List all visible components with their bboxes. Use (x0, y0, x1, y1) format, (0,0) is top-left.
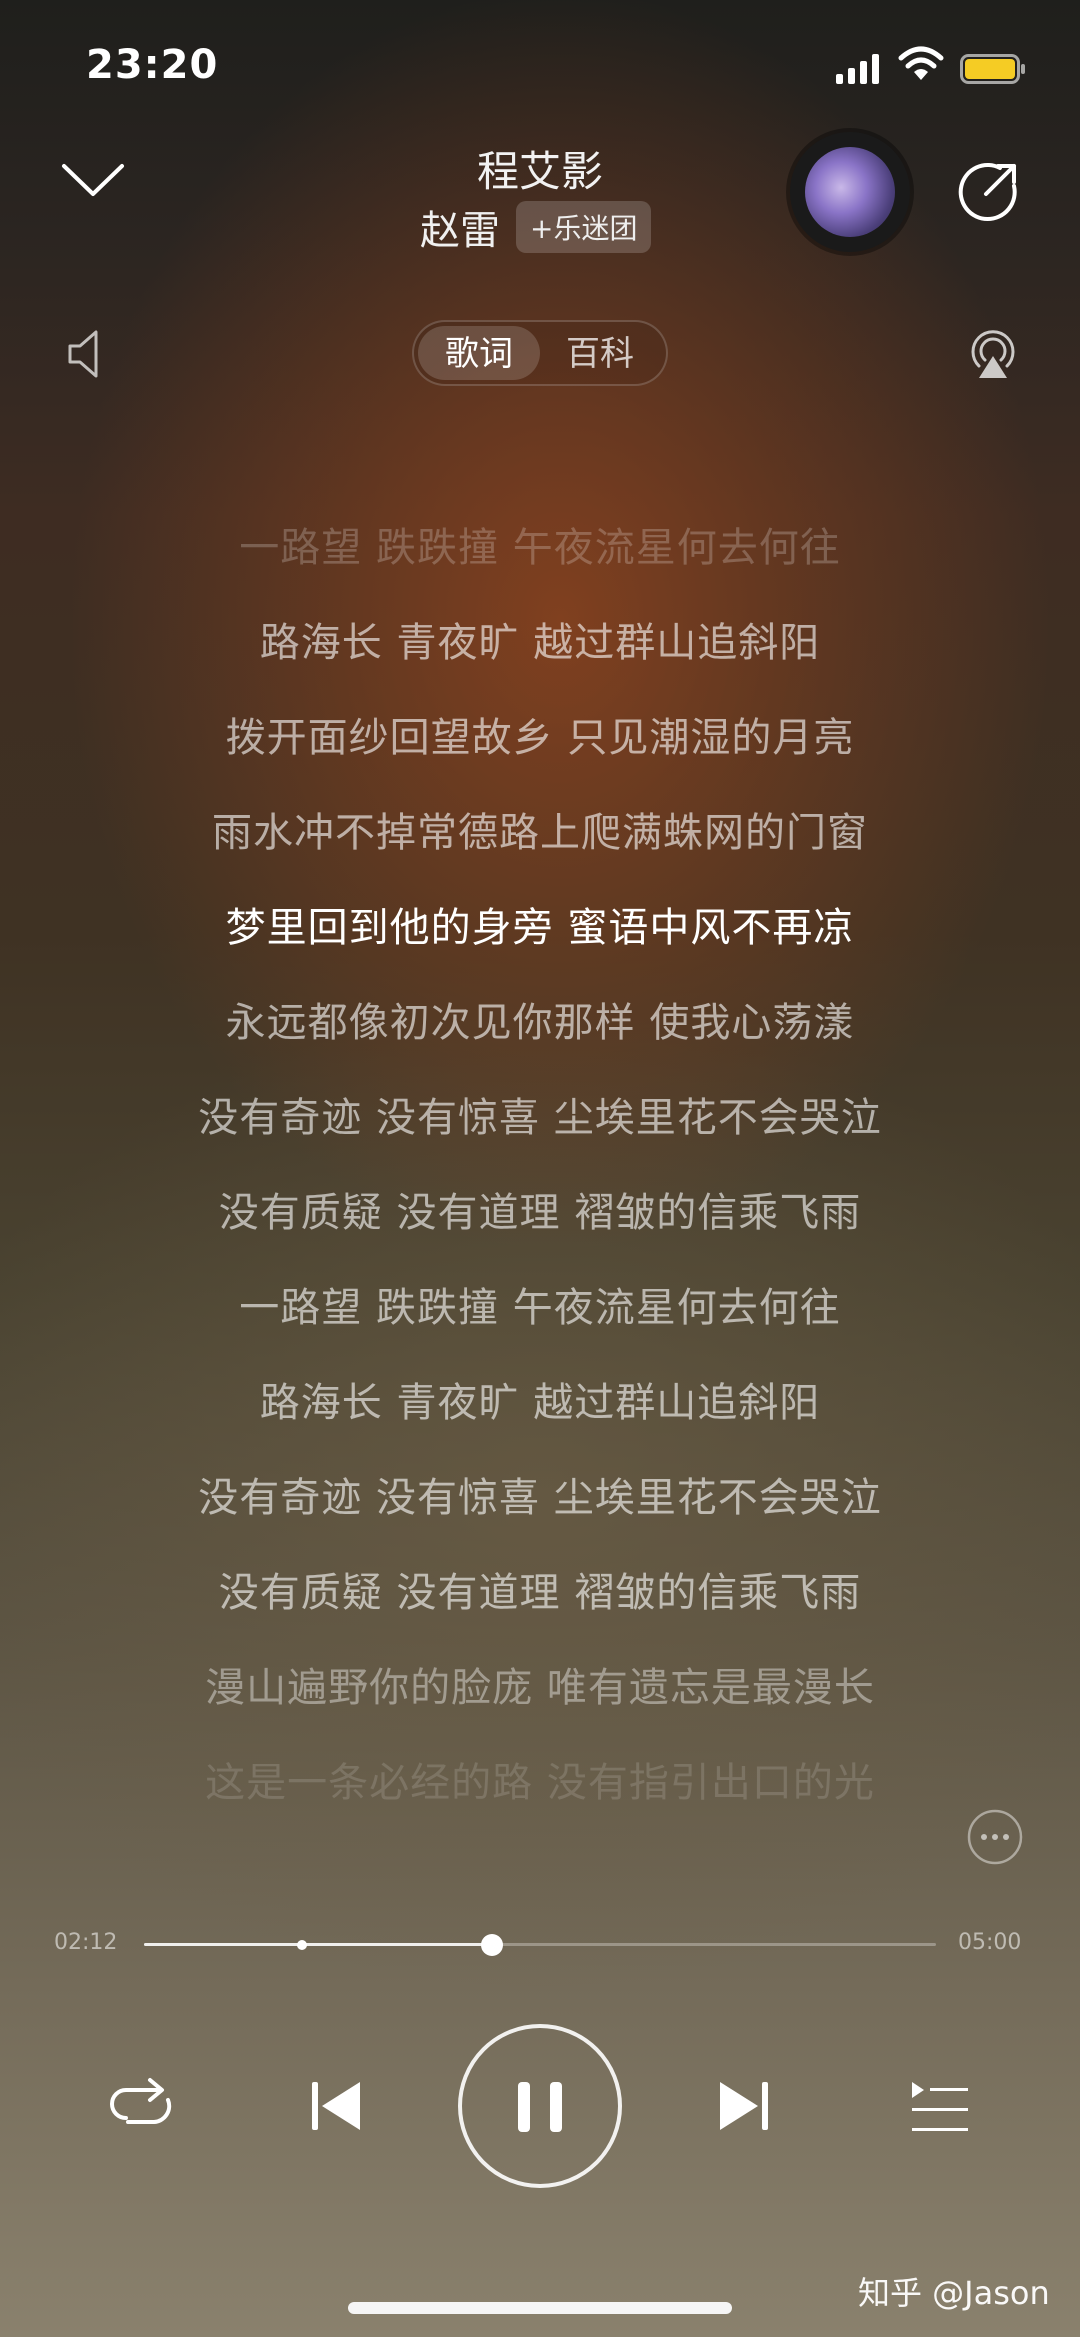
watermark: 知乎 @Jason (858, 2274, 1050, 2312)
progress-fill (144, 1943, 493, 1946)
volume-icon[interactable] (66, 328, 106, 380)
artist-name[interactable]: 赵雷 (420, 198, 500, 256)
signal-icon (836, 50, 880, 84)
previous-track-icon[interactable] (308, 2078, 364, 2134)
lyric-line[interactable]: 永远都像初次见你那样 使我心荡漾 (0, 990, 1080, 1048)
wifi-icon (898, 46, 944, 80)
lyric-line[interactable]: 路海长 青夜旷 越过群山追斜阳 (0, 1370, 1080, 1428)
lyric-line[interactable]: 路海长 青夜旷 越过群山追斜阳 (0, 610, 1080, 668)
lyric-line[interactable]: 一路望 跌跌撞 午夜流星何去何往 (0, 515, 1080, 573)
playlist-icon[interactable] (908, 2080, 970, 2134)
tab-lyrics[interactable]: 歌词 (419, 332, 539, 376)
lyric-line[interactable]: 没有奇迹 没有惊喜 尘埃里花不会哭泣 (0, 1085, 1080, 1143)
lyric-line[interactable]: 拨开面纱回望故乡 只见潮湿的月亮 (0, 705, 1080, 763)
current-time: 02:12 (54, 1930, 118, 1955)
total-time: 05:00 (958, 1930, 1022, 1955)
tab-wiki[interactable]: 百科 (540, 332, 660, 376)
airplay-icon[interactable] (965, 326, 1021, 382)
progress-knob[interactable] (481, 1934, 504, 1956)
repeat-icon[interactable] (106, 2076, 176, 2136)
lyric-line[interactable]: 漫山遍野你的脸庞 唯有遗忘是最漫长 (0, 1655, 1080, 1713)
next-track-icon[interactable] (716, 2078, 772, 2134)
buffer-marker (297, 1940, 308, 1950)
lyric-line[interactable]: 没有质疑 没有道理 褶皱的信乘飞雨 (0, 1180, 1080, 1238)
lyric-line[interactable]: 这是一条必经的路 没有指引出口的光 (0, 1750, 1080, 1808)
song-title: 程艾影 (476, 147, 603, 196)
avatar[interactable] (805, 147, 895, 237)
battery-icon (960, 54, 1025, 84)
lyric-line[interactable]: 没有质疑 没有道理 褶皱的信乘飞雨 (0, 1560, 1080, 1618)
artist-row: 赵雷 +乐迷团 (420, 198, 652, 256)
status-time: 23:20 (86, 42, 219, 88)
more-options-icon[interactable] (966, 1808, 1024, 1866)
lyric-line-current[interactable]: 梦里回到他的身旁 蜜语中风不再凉 (0, 895, 1080, 953)
pause-icon[interactable] (516, 2082, 564, 2132)
lyric-line[interactable]: 没有奇迹 没有惊喜 尘埃里花不会哭泣 (0, 1465, 1080, 1523)
join-fan-group-button[interactable]: +乐迷团 (516, 201, 652, 253)
home-indicator[interactable] (348, 2302, 732, 2314)
share-icon[interactable] (956, 160, 1020, 224)
lyric-line[interactable]: 一路望 跌跌撞 午夜流星何去何往 (0, 1275, 1080, 1333)
lyric-line[interactable]: 雨水冲不掉常德路上爬满蛛网的门窗 (0, 800, 1080, 858)
